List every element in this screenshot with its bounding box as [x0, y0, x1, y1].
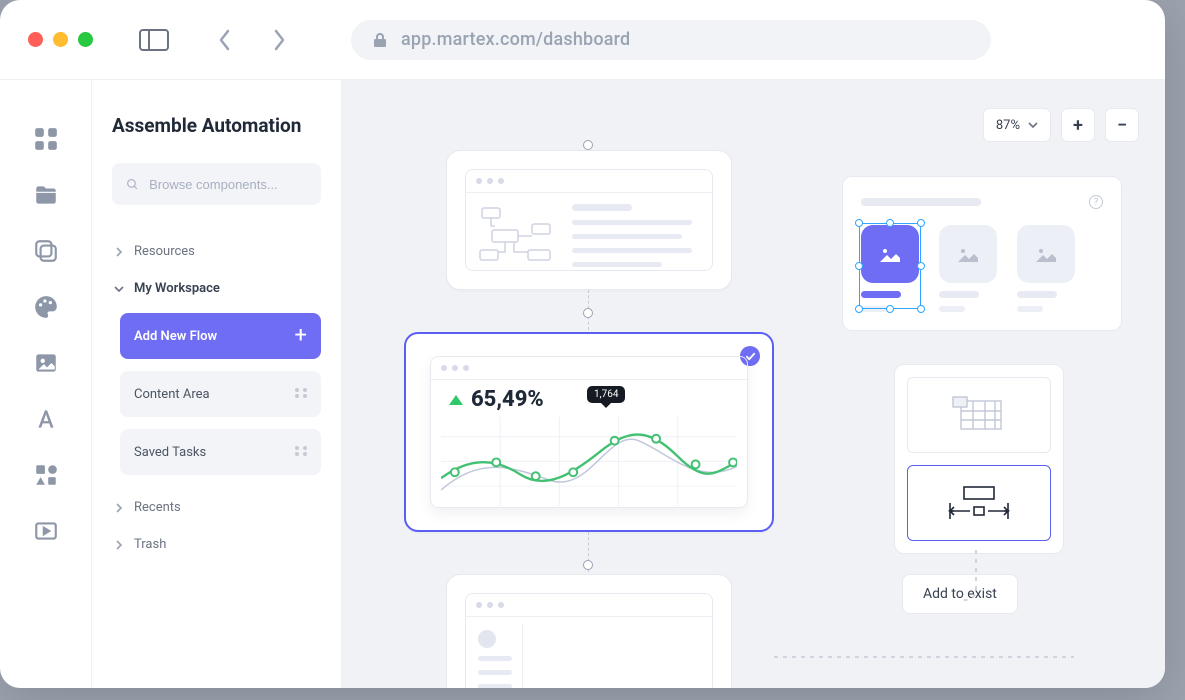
lock-icon [373, 32, 387, 48]
table-icon [951, 395, 1007, 435]
flow-port[interactable] [583, 140, 593, 150]
minimize-window-icon[interactable] [53, 32, 68, 47]
image-icon [958, 246, 978, 262]
chart-tooltip: 1,764 [587, 386, 625, 403]
tree-label: My Workspace [134, 281, 220, 296]
flow-node-diagram[interactable] [446, 150, 732, 290]
flow-edge [774, 643, 1074, 662]
zoom-controls: 87% + − [983, 108, 1139, 142]
zoom-in-button[interactable]: + [1061, 108, 1095, 142]
placeholder-lines [478, 656, 512, 688]
search-input[interactable] [149, 177, 307, 192]
drag-handle-icon[interactable] [295, 386, 307, 402]
tree-my-workspace[interactable]: My Workspace [112, 270, 321, 307]
sidebar-toggle-icon[interactable] [139, 29, 169, 51]
maximize-window-icon[interactable] [78, 32, 93, 47]
nav-back-button[interactable] [203, 18, 247, 62]
tree-recents[interactable]: Recents [112, 489, 321, 526]
flow-port[interactable] [583, 308, 593, 318]
dashboard-icon[interactable] [33, 126, 59, 152]
window-dots-icon [476, 602, 504, 608]
zoom-percent-dropdown[interactable]: 87% [983, 108, 1051, 142]
drag-handle-icon[interactable] [295, 444, 307, 460]
nav-forward-button[interactable] [257, 18, 301, 62]
window-dots-icon [476, 178, 504, 184]
workspace-item-content-area[interactable]: Content Area [120, 371, 321, 417]
workspace-item-saved-tasks[interactable]: Saved Tasks [120, 429, 321, 475]
chevron-down-icon [114, 284, 124, 294]
zoom-out-button[interactable]: − [1105, 108, 1139, 142]
flow-node-stats[interactable]: 65,49% 1,764 [404, 332, 774, 532]
item-label: Saved Tasks [134, 445, 206, 460]
tree-resources[interactable]: Resources [112, 233, 321, 270]
media-thumb-selected[interactable] [861, 225, 919, 312]
text-icon[interactable] [33, 406, 59, 432]
flowchart-icon [478, 206, 558, 266]
avatar-icon [478, 630, 496, 648]
media-card[interactable]: ? [842, 176, 1122, 331]
flow-edge [976, 550, 1066, 614]
image-icon [880, 246, 900, 262]
layout-option-grid[interactable] [907, 377, 1051, 453]
node-preview: 65,49% 1,764 [430, 356, 748, 508]
close-window-icon[interactable] [28, 32, 43, 47]
flow-canvas[interactable]: 87% + − [342, 80, 1165, 688]
address-bar[interactable]: app.martex.com/dashboard [351, 20, 991, 60]
flow-port[interactable] [583, 560, 593, 570]
placeholder-lines [572, 204, 698, 267]
chevron-right-icon [114, 247, 124, 257]
media-thumb[interactable] [1017, 225, 1075, 312]
app-window: app.martex.com/dashboard Assemble Automa… [0, 0, 1165, 688]
tree-label: Resources [134, 244, 195, 259]
layout-option-spacing[interactable] [907, 465, 1051, 541]
node-preview [465, 593, 713, 688]
trend-up-icon [449, 395, 463, 405]
browser-chrome: app.martex.com/dashboard [0, 0, 1165, 80]
palette-icon[interactable] [33, 294, 59, 320]
window-dots-icon [441, 365, 469, 371]
spacing-icon [944, 483, 1014, 523]
workspace-children: Add New Flow + Content Area Saved Tasks [120, 313, 321, 475]
url-text: app.martex.com/dashboard [401, 29, 630, 50]
video-icon[interactable] [33, 518, 59, 544]
flow-node-document[interactable] [446, 574, 732, 688]
shapes-icon[interactable] [33, 462, 59, 488]
component-search[interactable] [112, 163, 321, 205]
side-panel: Assemble Automation Resources My Workspa… [92, 80, 342, 688]
folder-icon[interactable] [33, 182, 59, 208]
media-thumb[interactable] [939, 225, 997, 312]
help-icon[interactable]: ? [1089, 195, 1103, 209]
add-new-flow-button[interactable]: Add New Flow + [120, 313, 321, 359]
chevron-right-icon [114, 540, 124, 550]
image-icon[interactable] [33, 350, 59, 376]
tree-trash[interactable]: Trash [112, 526, 321, 563]
node-preview [465, 169, 713, 271]
tree-label: Recents [134, 500, 181, 515]
image-icon [1036, 246, 1056, 262]
panel-title: Assemble Automation [112, 114, 321, 137]
traffic-lights [28, 32, 93, 47]
placeholder-title [861, 198, 981, 206]
layers-icon[interactable] [33, 238, 59, 264]
line-chart-icon [441, 417, 737, 506]
tree-label: Trash [134, 537, 166, 552]
zoom-value: 87% [996, 118, 1020, 133]
item-label: Content Area [134, 387, 210, 402]
layout-options [894, 364, 1064, 554]
chevron-down-icon [1028, 122, 1038, 128]
tool-rail [0, 80, 92, 688]
chevron-right-icon [114, 503, 124, 513]
stat-value: 65,49% [471, 387, 544, 412]
search-icon [126, 177, 139, 192]
button-label: Add New Flow [134, 329, 217, 344]
